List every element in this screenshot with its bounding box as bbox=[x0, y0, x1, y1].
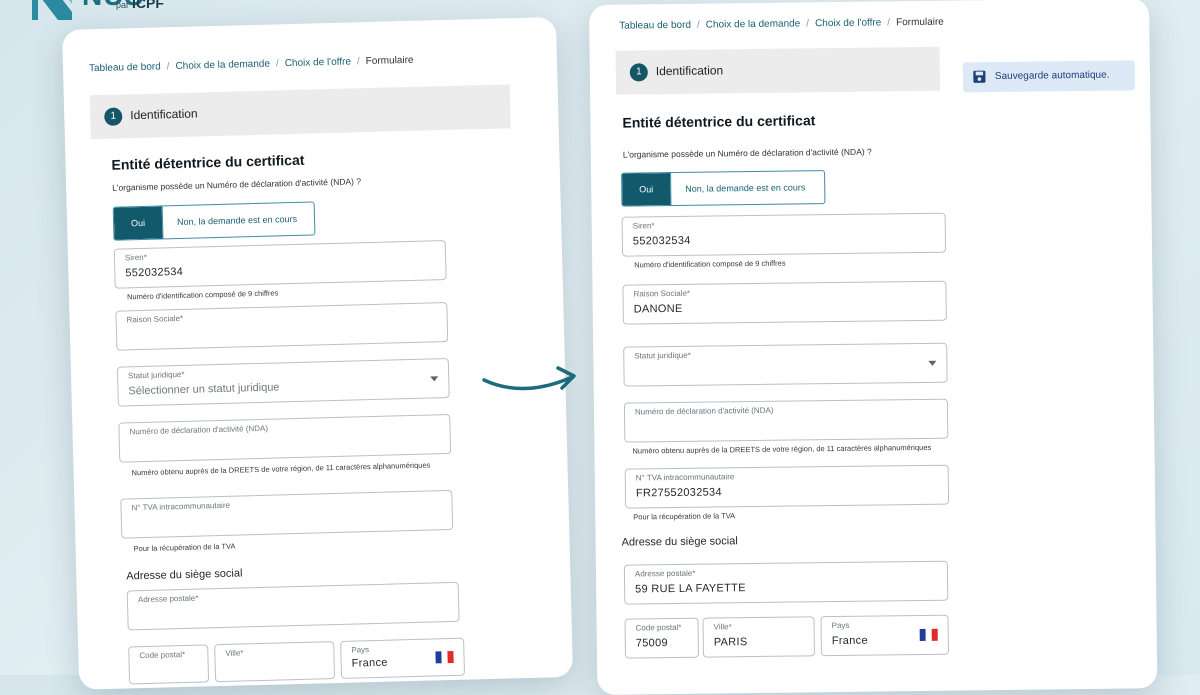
statut-juridique-label: Statut juridique* bbox=[127, 369, 185, 381]
statut-juridique-select[interactable]: Statut juridique* Sélectionner un statut… bbox=[116, 357, 450, 407]
tva-hint: Pour la récupération de la TVA bbox=[133, 541, 236, 554]
breadcrumb: Tableau de bord / Choix de la demande / Choi… bbox=[88, 54, 414, 75]
breadcrumb-current: Formulaire bbox=[895, 16, 944, 29]
statut-juridique-label: Statut juridique* bbox=[634, 350, 691, 361]
raison-sociale-value: DANONE bbox=[633, 302, 683, 316]
step-number: 1 bbox=[629, 63, 648, 82]
ville-label: Ville* bbox=[713, 622, 732, 632]
pays-select[interactable]: Pays France bbox=[340, 637, 466, 679]
pays-label: Pays bbox=[351, 645, 370, 655]
breadcrumb-request-choice[interactable]: Choix de la demande bbox=[706, 18, 801, 30]
ville-label: Ville* bbox=[225, 648, 244, 658]
breadcrumb-dashboard[interactable]: Tableau de bord bbox=[619, 20, 691, 32]
adresse-label: Adresse postale* bbox=[634, 568, 696, 579]
ville-field[interactable]: Ville* PARIS bbox=[702, 616, 815, 658]
nda-toggle[interactable]: Oui Non, la demande est en cours bbox=[621, 170, 826, 207]
autosave-indicator: Sauvegarde automatique. bbox=[962, 60, 1136, 93]
nda-number-hint: Numéro obtenu auprès de la DREETS de vot… bbox=[131, 460, 431, 478]
breadcrumb-offer-choice[interactable]: Choix de l'offre bbox=[815, 17, 881, 29]
nda-number-hint: Numéro obtenu auprès de la DREETS de vot… bbox=[632, 442, 932, 456]
tva-value: FR27552032534 bbox=[635, 486, 722, 500]
section-title: Entité détentrice du certificat bbox=[111, 151, 305, 173]
statut-juridique-select[interactable]: Statut juridique* bbox=[623, 342, 948, 387]
step-bar[interactable]: 1 Identification bbox=[615, 46, 941, 95]
adresse-value: 59 RUE LA FAYETTE bbox=[635, 582, 746, 596]
ville-field[interactable]: Ville* bbox=[214, 641, 336, 683]
code-postal-label: Code postal* bbox=[139, 649, 186, 661]
autosave-label: Sauvegarde automatique. bbox=[994, 69, 1110, 83]
pays-label: Pays bbox=[831, 620, 850, 631]
nda-number-label: Numéro de déclaration d'activité (NDA) bbox=[129, 423, 269, 437]
siren-value: 552032534 bbox=[632, 234, 691, 248]
chevron-down-icon bbox=[928, 360, 937, 366]
siren-field[interactable]: Siren* 552032534 bbox=[621, 212, 947, 257]
form-card-after: Tableau de bord / Choix de la demande / Choi… bbox=[589, 0, 1158, 695]
nda-number-field[interactable]: Numéro de déclaration d'activité (NDA) bbox=[118, 413, 452, 463]
raison-sociale-label: Raison Sociale* bbox=[633, 288, 691, 299]
statut-juridique-placeholder: Sélectionner un statut juridique bbox=[128, 381, 280, 398]
nda-question: L'organisme possède un Numéro de déclara… bbox=[112, 176, 362, 193]
siren-hint: Numéro d'identification composé de 9 chi… bbox=[126, 288, 279, 302]
form-card-before: Tableau de bord / Choix de la demande / Choi… bbox=[62, 17, 574, 690]
tva-field[interactable]: N° TVA intracommunautaire FR27552032534 bbox=[624, 464, 950, 509]
tva-label: N° TVA intracommunautaire bbox=[635, 472, 735, 483]
siren-label: Siren* bbox=[124, 252, 147, 263]
france-flag-icon bbox=[919, 628, 938, 642]
nda-number-label: Numéro de déclaration d'activité (NDA) bbox=[634, 405, 774, 417]
siren-value: 552032534 bbox=[125, 265, 184, 280]
breadcrumb: Tableau de bord / Choix de la demande / Choi… bbox=[619, 16, 944, 32]
adresse-field[interactable]: Adresse postale* bbox=[126, 581, 460, 631]
step-label: Identification bbox=[130, 106, 198, 123]
address-title: Adresse du siège social bbox=[621, 535, 738, 549]
tva-label: N° TVA intracommunautaire bbox=[131, 500, 231, 513]
nda-number-field[interactable]: Numéro de déclaration d'activité (NDA) bbox=[623, 398, 949, 443]
pays-select[interactable]: Pays France bbox=[820, 614, 949, 657]
chevron-down-icon bbox=[430, 376, 439, 382]
france-flag-icon bbox=[435, 650, 454, 664]
siren-field[interactable]: Siren* 552032534 bbox=[113, 240, 447, 289]
breadcrumb-offer-choice[interactable]: Choix de l'offre bbox=[285, 56, 351, 69]
tva-hint: Pour la récupération de la TVA bbox=[633, 511, 736, 522]
floppy-disk-icon bbox=[973, 70, 986, 83]
step-label: Identification bbox=[655, 63, 724, 79]
nda-yes-option[interactable]: Oui bbox=[113, 206, 163, 240]
raison-sociale-field[interactable]: Raison Sociale* bbox=[115, 302, 449, 351]
code-postal-field[interactable]: Code postal* 75009 bbox=[624, 617, 699, 659]
curved-arrow-icon bbox=[482, 366, 576, 391]
raison-sociale-label: Raison Sociale* bbox=[126, 313, 184, 325]
nda-no-option[interactable]: Non, la demande est en cours bbox=[670, 171, 820, 206]
step-bar[interactable]: 1 Identification bbox=[89, 84, 511, 140]
logo: NUS par ICPF bbox=[28, 0, 164, 26]
pays-value: France bbox=[831, 634, 868, 648]
ville-value: PARIS bbox=[713, 636, 748, 649]
breadcrumb-dashboard[interactable]: Tableau de bord bbox=[89, 61, 161, 74]
code-postal-label: Code postal* bbox=[635, 622, 682, 633]
code-postal-field[interactable]: Code postal* bbox=[128, 644, 210, 685]
siren-label: Siren* bbox=[632, 221, 655, 231]
nda-no-option[interactable]: Non, la demande est en cours bbox=[161, 202, 312, 239]
adresse-field[interactable]: Adresse postale* 59 RUE LA FAYETTE bbox=[623, 560, 949, 605]
breadcrumb-request-choice[interactable]: Choix de la demande bbox=[175, 59, 270, 72]
section-title: Entité détentrice du certificat bbox=[622, 112, 816, 131]
tva-field[interactable]: N° TVA intracommunautaire bbox=[120, 489, 454, 539]
address-title: Adresse du siège social bbox=[126, 567, 243, 583]
nda-question: L'organisme possède un Numéro de déclara… bbox=[622, 146, 872, 160]
raison-sociale-field[interactable]: Raison Sociale* DANONE bbox=[622, 280, 947, 325]
nda-yes-option[interactable]: Oui bbox=[622, 173, 671, 206]
pays-value: France bbox=[351, 656, 388, 670]
logo-par: par bbox=[116, 0, 130, 10]
siren-hint: Numéro d'identification composé de 9 chi… bbox=[634, 258, 786, 270]
code-postal-value: 75009 bbox=[635, 637, 668, 650]
logo-mark-icon bbox=[32, 0, 72, 20]
breadcrumb-current: Formulaire bbox=[365, 54, 414, 68]
logo-partner: ICPF bbox=[132, 0, 164, 11]
step-number: 1 bbox=[104, 107, 123, 126]
nda-toggle[interactable]: Oui Non, la demande est en cours bbox=[112, 201, 316, 241]
adresse-label: Adresse postale* bbox=[137, 593, 199, 605]
